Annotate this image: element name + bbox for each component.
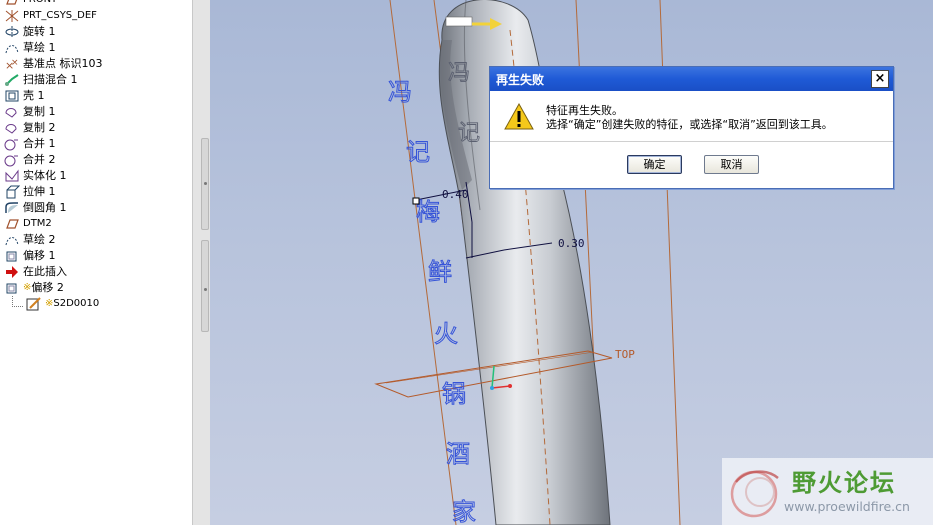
watermark-name: 野火论坛: [792, 469, 896, 497]
vertical-text-char: 家: [452, 498, 476, 525]
tree-item-label: 偏移 2: [31, 281, 64, 294]
dialog-titlebar[interactable]: 再生失败 ×: [490, 67, 893, 91]
warning-icon: [504, 103, 534, 130]
copy-icon: [4, 121, 20, 135]
regeneration-failed-dialog: 再生失败 × 特征再生失败。 选择“确定”创建失败的特征，或选择“取消”返回到该…: [489, 66, 894, 189]
tree-item[interactable]: × × 基准点 标识103: [4, 56, 103, 72]
tree-item-label: 旋转 1: [23, 25, 56, 38]
vertical-text-char: 梅: [416, 198, 440, 226]
csys-icon: [4, 9, 20, 23]
pending-mark-icon: ※: [23, 282, 32, 293]
extrude-icon: [4, 185, 21, 199]
dialog-body: 特征再生失败。 选择“确定”创建失败的特征，或选择“取消”返回到该工具。 确定 …: [490, 91, 893, 188]
tree-connector: [12, 296, 23, 307]
cancel-button[interactable]: 取消: [704, 155, 759, 174]
tree-item-label: 倒圆角 1: [23, 201, 67, 214]
tree-item[interactable]: PRT_CSYS_DEF: [4, 8, 97, 24]
tree-item-label: 复制 2: [23, 121, 56, 134]
model-tree: FRONTPRT_CSYS_DEF旋转 1草绘 1××基准点 标识103扫描混合…: [0, 0, 192, 525]
tree-item-label: 偏移 1: [23, 249, 56, 262]
tree-item[interactable]: 实体化 1: [4, 168, 67, 184]
tree-item-label: 基准点 标识103: [23, 57, 103, 70]
tree-item-label: 合并 1: [23, 137, 56, 150]
dialog-title: 再生失败: [496, 73, 545, 87]
datum-plane-icon: [4, 0, 20, 7]
tree-item[interactable]: DTM2: [4, 216, 52, 232]
round-icon: [4, 201, 20, 215]
vertical-text-char: 锅: [442, 380, 466, 408]
revolve-icon: [4, 25, 20, 39]
tree-item-label: 拉伸 1: [23, 185, 56, 198]
tree-item-label: 合并 2: [23, 153, 56, 166]
tree-item-label: S2D0010: [53, 298, 100, 309]
watermark-logo-icon: [730, 470, 779, 518]
watermark: 野火论坛 www.proewildfire.cn: [722, 458, 933, 525]
copy-icon: [4, 105, 20, 119]
datum-plane-icon: [4, 217, 20, 231]
tree-item-label: PRT_CSYS_DEF: [23, 10, 97, 21]
sketch-icon: [4, 41, 20, 55]
datum-top-label: TOP: [615, 348, 635, 361]
splitter-grip-dot: [204, 288, 207, 291]
tree-item-label: 实体化 1: [23, 169, 67, 182]
merge-icon: [4, 153, 20, 167]
sketch-icon: [4, 233, 20, 247]
shell-icon: [4, 89, 20, 103]
tree-item[interactable]: ※ 偏移 2: [4, 280, 64, 296]
vertical-text-char: 火: [434, 320, 458, 348]
tree-item[interactable]: ※ S2D0010: [26, 296, 99, 312]
tree-item[interactable]: 拉伸 1: [4, 184, 56, 200]
tree-item-label: 草绘 2: [23, 233, 56, 246]
tree-item[interactable]: 草绘 1: [4, 40, 56, 56]
sketch-edit-icon: [26, 297, 42, 311]
vertical-text-char: 记: [406, 138, 430, 166]
panel-splitter[interactable]: [192, 0, 212, 525]
insert-here-arrow-icon: [4, 265, 20, 279]
tree-item-label: 在此插入: [23, 265, 67, 278]
tree-item-label: 草绘 1: [23, 41, 56, 54]
vertical-text-char: 酒: [446, 440, 470, 468]
dimension-label-0[interactable]: 0.40: [442, 188, 469, 201]
swept-blend-icon: [4, 73, 20, 87]
tree-item-label: FRONT: [23, 0, 57, 8]
tree-item[interactable]: FRONT: [4, 0, 57, 8]
dialog-divider: [490, 141, 893, 142]
embossed-text-char: 冯: [448, 61, 470, 86]
tree-item[interactable]: 偏移 1: [4, 248, 56, 264]
splitter-grip-dot: [204, 182, 207, 185]
tree-item[interactable]: 草绘 2: [4, 232, 56, 248]
tree-item[interactable]: 复制 1: [4, 104, 56, 120]
close-icon[interactable]: ×: [871, 70, 889, 88]
tree-item-label: 扫描混合 1: [23, 73, 78, 86]
tree-item[interactable]: 复制 2: [4, 120, 56, 136]
ok-button[interactable]: 确定: [627, 155, 682, 174]
splitter-sash-lower[interactable]: [201, 240, 209, 332]
tree-item[interactable]: 壳 1: [4, 88, 45, 104]
tree-item-label: DTM2: [23, 218, 52, 229]
vertical-text-char: 冯: [388, 78, 412, 106]
tree-item[interactable]: 合并 1: [4, 136, 56, 152]
svg-text:×: ×: [11, 58, 19, 68]
tree-item[interactable]: 合并 2: [4, 152, 56, 168]
dialog-message-line2: 选择“确定”创建失败的特征，或选择“取消”返回到该工具。: [546, 118, 833, 131]
offset-icon: [4, 281, 20, 295]
tree-item[interactable]: 倒圆角 1: [4, 200, 67, 216]
vertical-text-char: 鲜: [428, 258, 452, 286]
tree-item[interactable]: 扫描混合 1: [4, 72, 78, 88]
tree-item-label: 壳 1: [23, 89, 45, 102]
merge-icon: [4, 137, 20, 151]
tree-item-label: 复制 1: [23, 105, 56, 118]
dimension-label-1[interactable]: 0.30: [558, 237, 585, 250]
tree-item[interactable]: 在此插入: [4, 264, 67, 280]
watermark-url: www.proewildfire.cn: [784, 499, 910, 514]
tree-item[interactable]: 旋转 1: [4, 24, 56, 40]
solidify-icon: [4, 169, 20, 183]
datum-point-icon: × ×: [4, 57, 20, 72]
pending-mark-icon: ※: [45, 298, 54, 309]
embossed-text-char: 记: [458, 121, 480, 146]
offset-icon: [4, 249, 20, 263]
